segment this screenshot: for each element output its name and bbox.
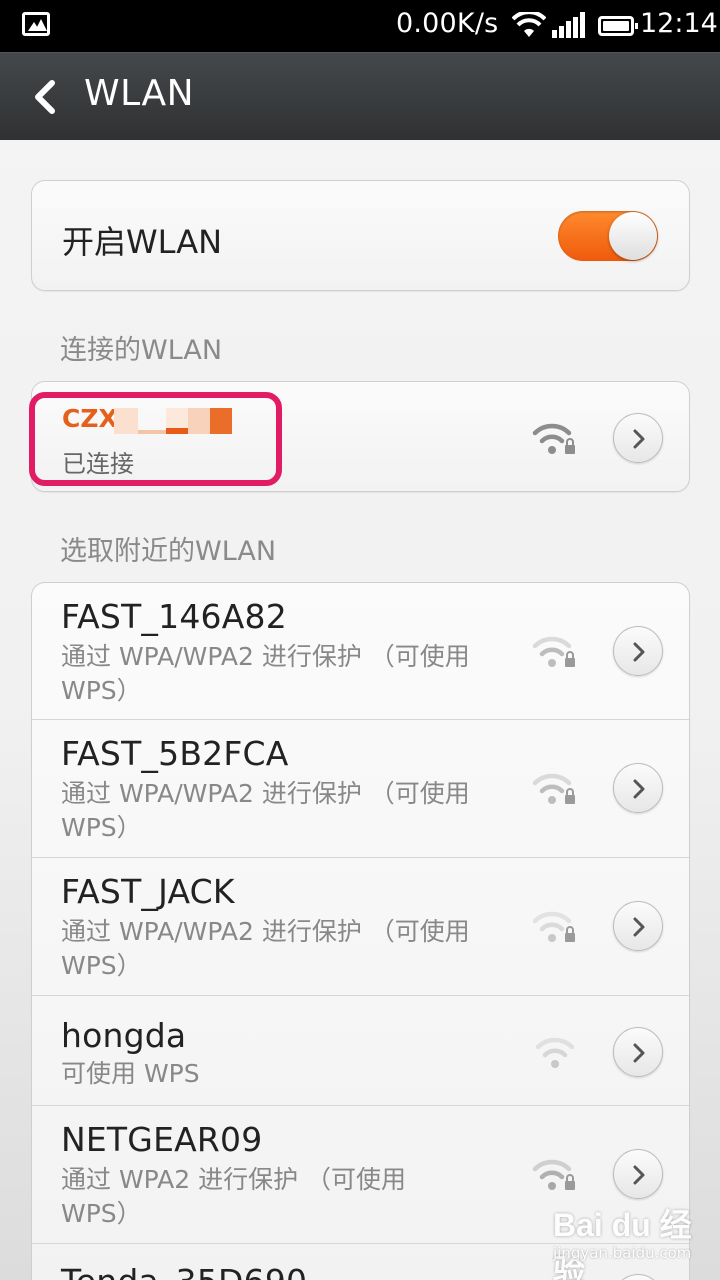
- network-ssid: FAST_JACK: [61, 872, 235, 911]
- nearby-network-list: FAST_146A82 通过 WPA/WPA2 进行保护 （可使用 WPS） F…: [31, 582, 690, 1280]
- network-ssid: hongda: [61, 1016, 187, 1055]
- network-row[interactable]: hongda 可使用 WPS: [32, 996, 689, 1106]
- signal-icon: [552, 12, 586, 38]
- network-speed: 0.00K/s: [396, 8, 499, 39]
- toggle-knob: [609, 212, 657, 260]
- network-details-button[interactable]: [613, 901, 663, 951]
- network-details-button[interactable]: [613, 1027, 663, 1077]
- wifi-locked-icon: [532, 773, 575, 804]
- gallery-icon: [22, 12, 50, 36]
- wifi-locked-icon: [532, 423, 575, 454]
- chevron-right-icon: [633, 779, 645, 799]
- network-row[interactable]: FAST_JACK 通过 WPA/WPA2 进行保护 （可使用 WPS）: [32, 858, 689, 996]
- network-ssid: NETGEAR09: [61, 1120, 263, 1159]
- wifi-locked-icon: [532, 911, 575, 942]
- network-ssid: FAST_146A82: [61, 597, 287, 636]
- chevron-right-icon: [633, 917, 645, 937]
- connected-section-header: 连接的WLAN: [60, 335, 223, 366]
- battery-icon: [598, 16, 638, 36]
- highlight-annotation: [29, 392, 282, 486]
- watermark-logo: Bai du 经验: [553, 1207, 692, 1280]
- network-details-button[interactable]: [613, 763, 663, 813]
- chevron-right-icon: [633, 1165, 645, 1185]
- back-arrow-icon[interactable]: [26, 75, 66, 119]
- wifi-icon: [535, 1037, 575, 1068]
- network-security: 可使用 WPS: [61, 1059, 200, 1088]
- chevron-right-icon: [633, 642, 645, 662]
- network-row[interactable]: FAST_146A82 通过 WPA/WPA2 进行保护 （可使用 WPS）: [32, 583, 689, 720]
- wifi-icon: [512, 12, 546, 37]
- title-bar: WLAN: [0, 52, 720, 140]
- watermark-url: jingyan.baidu.com: [553, 1244, 692, 1262]
- network-ssid: FAST_5B2FCA: [61, 734, 289, 773]
- network-details-button[interactable]: [613, 1149, 663, 1199]
- baidu-jingyan-watermark: Bai du 经验 jingyan.baidu.com: [553, 1200, 703, 1280]
- connected-details-button[interactable]: [613, 413, 663, 463]
- network-security: 通过 WPA/WPA2 进行保护 （可使用 WPS）: [61, 779, 470, 842]
- network-security: 通过 WPA2 进行保护 （可使用 WPS）: [61, 1165, 407, 1228]
- network-security: 通过 WPA/WPA2 进行保护 （可使用 WPS）: [61, 917, 470, 980]
- chevron-right-icon: [633, 1043, 645, 1063]
- nearby-section-header: 选取附近的WLAN: [60, 536, 277, 567]
- wifi-locked-icon: [532, 636, 575, 667]
- network-security: 通过 WPA/WPA2 进行保护 （可使用 WPS）: [61, 642, 470, 705]
- wlan-toggle-switch[interactable]: [558, 211, 658, 261]
- network-ssid: Tenda_35D690: [61, 1262, 307, 1280]
- clock: 12:14: [640, 8, 718, 39]
- wlan-toggle-label: 开启WLAN: [62, 223, 223, 261]
- wlan-toggle-card: 开启WLAN: [31, 180, 690, 291]
- page-title: WLAN: [84, 73, 195, 114]
- chevron-right-icon: [633, 429, 645, 449]
- status-bar: 0.00K/s 12:14: [0, 0, 720, 52]
- network-details-button[interactable]: [613, 626, 663, 676]
- wifi-locked-icon: [532, 1159, 575, 1190]
- network-row[interactable]: FAST_5B2FCA 通过 WPA/WPA2 进行保护 （可使用 WPS）: [32, 720, 689, 858]
